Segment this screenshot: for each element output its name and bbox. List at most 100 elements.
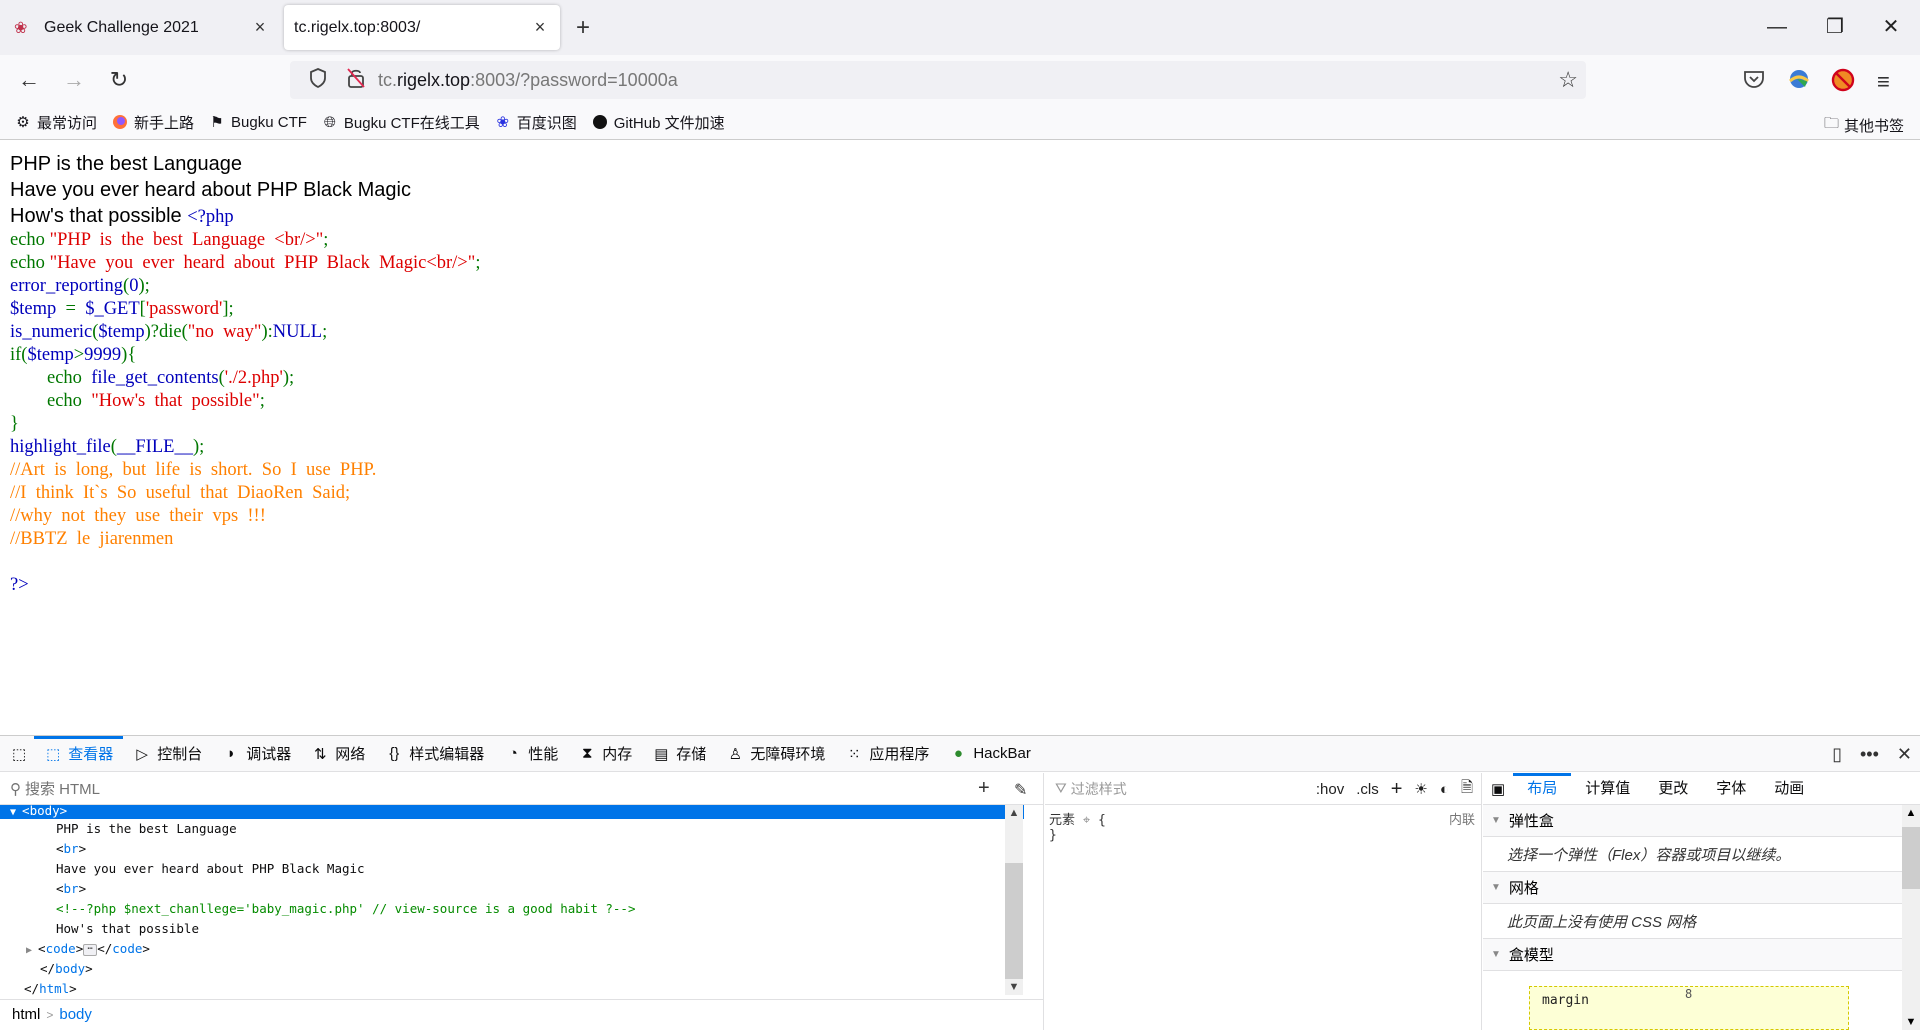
tab-geek-challenge[interactable]: ❀ Geek Challenge 2021 × (8, 5, 278, 50)
bookmark-bugku-ctf[interactable]: ⚑ Bugku CTF (208, 113, 307, 132)
layout-section-header[interactable]: ▼ 弹性盒 (1483, 805, 1902, 837)
add-node-icon[interactable]: + (978, 777, 990, 800)
devtools-tab-1[interactable]: ▷ 控制台 (123, 736, 212, 772)
layout-tab[interactable]: 布局 (1513, 772, 1572, 805)
bookmark-bugku-tools[interactable]: 🌐︎ Bugku CTF在线工具 (321, 112, 480, 133)
devtools-tab-4[interactable]: {} 样式编辑器 (375, 736, 494, 772)
devtools-tab-6[interactable]: ⧗ 内存 (568, 736, 642, 772)
element-picker-button[interactable]: ⬚ (0, 736, 34, 772)
filter-styles-field[interactable]: ⛛ 过滤样式 :hov .cls + ☀ ◐ 🗎 (1045, 773, 1481, 805)
close-devtools-icon[interactable]: ✕ (1897, 744, 1912, 765)
devtools-tab-7[interactable]: ▤ 存储 (642, 736, 716, 772)
devtools-tab-2[interactable]: ◗ 调试器 (212, 736, 301, 772)
devtools-tab-0[interactable]: ⬚ 查看器 (34, 735, 124, 772)
bookmark-baidu-image[interactable]: ❀ 百度识图 (494, 112, 576, 133)
markup-node[interactable]: Have you ever heard about PHP Black Magi… (0, 859, 1024, 879)
breadcrumb-html[interactable]: html (12, 1006, 40, 1023)
minimize-button[interactable]: — (1754, 10, 1800, 44)
markup-node[interactable]: <br> (0, 879, 1024, 899)
layout-tab[interactable]: 更改 (1644, 773, 1702, 805)
layout-tab[interactable]: 计算值 (1571, 773, 1644, 805)
url-text[interactable]: tc.rigelx.top:8003/?password=10000a (378, 70, 678, 91)
collapse-twisty-icon[interactable]: ▼ (10, 807, 22, 818)
markup-token: </ (24, 981, 40, 995)
search-html-field[interactable]: ⚲ 搜索 HTML + ✎ (0, 773, 1043, 805)
devtools-tab-5[interactable]: ◔ 性能 (494, 736, 568, 772)
light-scheme-icon[interactable]: ☀ (1414, 780, 1427, 798)
layout-section-header[interactable]: ▼ 网格 (1483, 872, 1902, 904)
bookmark-label: Bugku CTF (231, 113, 307, 131)
markup-node[interactable]: </body> (0, 959, 1024, 979)
node-highlighter-icon[interactable]: ⌖ (1083, 813, 1090, 828)
cls-toggle[interactable]: .cls (1356, 781, 1379, 798)
markup-node[interactable]: ▶ <code> ⋯ </code> (0, 939, 1024, 959)
insecure-lock-icon[interactable] (338, 67, 374, 94)
markup-node[interactable]: ▼ <body> (0, 805, 1024, 819)
markup-token: > (85, 961, 93, 976)
toggle-sidebar-icon[interactable]: ▣ (1483, 780, 1513, 798)
markup-node[interactable]: <br> (0, 839, 1024, 859)
reload-button[interactable]: ↻ (102, 63, 136, 97)
code-token: echo (10, 253, 50, 273)
markup-node[interactable]: <!--?php $next_chanllege='baby_magic.php… (0, 899, 1024, 919)
collapsed-content-button[interactable]: ⋯ (83, 943, 98, 956)
shield-icon[interactable] (298, 67, 338, 93)
scroll-down-icon[interactable]: ▼ (1005, 981, 1023, 993)
hov-toggle[interactable]: :hov (1316, 781, 1344, 798)
more-options-icon[interactable]: ••• (1860, 744, 1879, 765)
forward-button[interactable]: → (57, 63, 91, 97)
markup-node[interactable]: How's that possible (0, 919, 1024, 939)
print-media-icon[interactable]: 🗎 (1461, 777, 1473, 802)
breadcrumb-body[interactable]: body (59, 1006, 92, 1023)
rule-source: 内联 (1448, 812, 1475, 827)
markup-node[interactable]: </html> (0, 979, 1024, 995)
bookmark-star-icon[interactable]: ☆ (1558, 67, 1578, 93)
layout-tab[interactable]: 字体 (1702, 773, 1760, 805)
layout-scrollbar[interactable]: ▲ ▼ (1902, 805, 1920, 1030)
markup-tree: ▼ <body> PHP is the best Language <br> Have… (0, 805, 1024, 995)
dark-scheme-icon[interactable]: ◐ (1440, 781, 1449, 798)
add-rule-icon[interactable]: + (1391, 778, 1403, 801)
margin-top-value[interactable]: 8 (1685, 987, 1692, 1001)
menu-icon[interactable]: ≡ (1877, 69, 1905, 97)
scroll-up-icon[interactable]: ▲ (1902, 807, 1920, 819)
other-bookmarks[interactable]: 🗀 其他书签 (1824, 113, 1904, 138)
close-window-button[interactable]: ✕ (1868, 10, 1914, 44)
close-brace: } (1049, 828, 1057, 843)
layout-section-header[interactable]: ▼ 盒模型 (1483, 939, 1902, 971)
bookmark-most-visited[interactable]: ⚙ 最常访问 (14, 112, 97, 133)
eyedropper-icon[interactable]: ✎ (1014, 780, 1027, 800)
markup-scrollbar[interactable]: ▲ ▼ (1005, 805, 1023, 995)
back-button[interactable]: ← (12, 63, 46, 97)
bookmark-github-accel[interactable]: GitHub 文件加速 (591, 112, 725, 133)
devtools-tab-9[interactable]: ⁙ 应用程序 (835, 736, 939, 772)
blocked-extension-icon[interactable] (1830, 67, 1858, 95)
close-tab-icon[interactable]: × (528, 17, 552, 38)
devtools-tab-3[interactable]: ⇅ 网络 (301, 736, 375, 772)
scroll-up-icon[interactable]: ▲ (1005, 807, 1023, 819)
scrollbar-thumb[interactable] (1902, 827, 1920, 889)
devtools-tab-label: 控制台 (157, 746, 203, 763)
expand-twisty-icon[interactable]: ▶ (26, 945, 38, 956)
dock-side-icon[interactable]: ▯ (1832, 744, 1842, 765)
scrollbar-thumb[interactable] (1005, 863, 1023, 979)
restore-button[interactable]: ❐ (1812, 10, 1858, 44)
bookmark-label: GitHub 文件加速 (613, 114, 725, 132)
markup-node[interactable]: PHP is the best Language (0, 819, 1024, 839)
layout-tab[interactable]: 动画 (1760, 773, 1818, 805)
devtools-tab-8[interactable]: ♙ 无障碍环境 (716, 736, 835, 772)
new-tab-button[interactable]: + (576, 14, 590, 42)
markup-token: br (63, 881, 79, 896)
download-manager-icon[interactable] (1786, 67, 1814, 95)
code-token: ){ (121, 345, 137, 365)
layout-tabs: ▣ 布局 计算值 更改 字体 动画 (1483, 772, 1920, 805)
close-tab-icon[interactable]: × (248, 17, 272, 38)
code-token: if( (10, 345, 28, 365)
pocket-icon[interactable] (1742, 67, 1770, 95)
bookmark-getting-started[interactable]: 新手上路 (111, 112, 194, 133)
devtools-tab-10[interactable]: ● HackBar (939, 736, 1041, 772)
tab-rigelx[interactable]: tc.rigelx.top:8003/ × (284, 5, 560, 50)
url-bar[interactable]: tc.rigelx.top:8003/?password=10000a ☆ (290, 61, 1586, 99)
scroll-down-icon[interactable]: ▼ (1902, 1016, 1920, 1028)
code-token: "How's that possible" (91, 391, 260, 411)
